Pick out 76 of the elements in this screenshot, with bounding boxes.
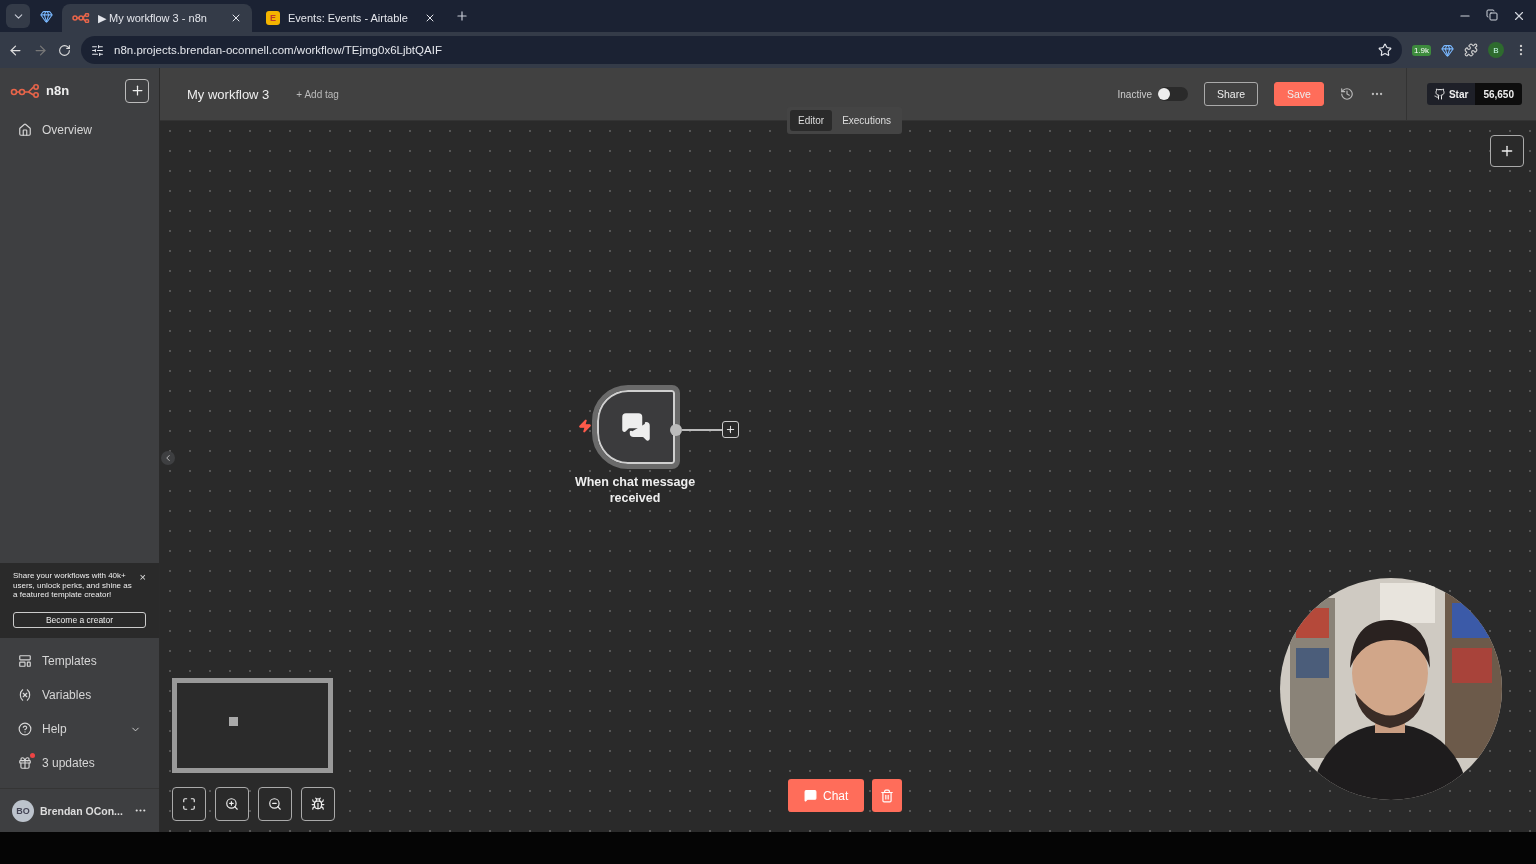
extension-badge[interactable]: 1.9k xyxy=(1411,44,1431,56)
site-settings-icon[interactable] xyxy=(91,43,104,57)
history-icon[interactable] xyxy=(1339,87,1354,101)
gem-icon[interactable] xyxy=(1441,43,1454,57)
zoom-in-icon xyxy=(225,797,239,811)
logo-icon xyxy=(72,13,90,23)
add-node-button[interactable] xyxy=(722,421,739,438)
bookmark-star-icon[interactable] xyxy=(1377,43,1392,57)
add-button[interactable] xyxy=(125,78,149,103)
promo-text: Share your workflows with 40k+ users, unlock perks, and shine as a featured template creator! xyxy=(13,571,133,600)
tab-list-button[interactable] xyxy=(6,4,30,28)
chat-bubbles-icon xyxy=(621,412,651,442)
gem-icon[interactable] xyxy=(39,9,53,23)
close-button[interactable]: × xyxy=(139,571,146,600)
github-star-button[interactable]: Star xyxy=(1426,83,1476,105)
plus-icon xyxy=(725,424,736,435)
active-toggle[interactable] xyxy=(1158,87,1188,101)
user-avatar[interactable]: BO xyxy=(12,799,34,822)
forward-icon[interactable] xyxy=(33,42,48,58)
notification-dot xyxy=(30,753,35,758)
browser-tab[interactable]: ▶ My workflow 3 - n8n xyxy=(62,4,252,32)
chevron-left-icon xyxy=(163,453,173,463)
help-icon xyxy=(18,722,32,736)
zoom-out-icon xyxy=(268,797,282,811)
delete-button[interactable] xyxy=(872,779,903,812)
variable-icon xyxy=(18,688,32,702)
minimap[interactable] xyxy=(172,678,333,773)
sidebar-item[interactable]: Overview xyxy=(0,113,159,147)
chat-icon xyxy=(804,789,817,802)
close-icon[interactable] xyxy=(424,12,436,24)
sidebar-item[interactable]: Help xyxy=(0,712,159,746)
extensions-icon[interactable] xyxy=(1464,43,1478,57)
lightning-icon xyxy=(578,419,592,433)
reload-icon[interactable] xyxy=(58,43,71,57)
plus-icon xyxy=(129,83,145,98)
bug-button[interactable] xyxy=(301,787,335,821)
collapse-sidebar-button[interactable] xyxy=(161,451,175,465)
profile-avatar[interactable]: B xyxy=(1488,42,1504,58)
sidebar-item[interactable]: 3 updates xyxy=(0,746,159,780)
favicon: E xyxy=(266,11,280,25)
zoom-out-button[interactable] xyxy=(258,787,292,821)
sidebar-item[interactable]: Templates xyxy=(0,644,159,678)
user-name: Brendan OCon... xyxy=(40,804,124,817)
fit-view-button[interactable] xyxy=(172,787,206,821)
workflow-node[interactable] xyxy=(592,385,680,469)
new-tab-icon[interactable] xyxy=(455,9,469,23)
become-creator-button[interactable]: Become a creator xyxy=(13,612,146,628)
sidebar-item[interactable]: Variables xyxy=(0,678,159,712)
address-bar[interactable]: n8n.projects.brendan-oconnell.com/workflow/TEjmg0x6LjbtQAIF xyxy=(81,36,1402,64)
view-tab[interactable]: Executions xyxy=(834,110,900,131)
home-icon xyxy=(18,123,32,137)
restore-icon[interactable] xyxy=(1486,9,1498,21)
star-count[interactable]: 56,650 xyxy=(1475,83,1522,105)
workflow-title[interactable]: My workflow 3 xyxy=(187,86,270,102)
back-icon[interactable] xyxy=(8,42,23,58)
trash-icon xyxy=(880,788,895,803)
logo-icon xyxy=(10,83,40,98)
gift-icon xyxy=(18,756,32,770)
github-icon xyxy=(1433,88,1446,100)
node-label: When chat message received xyxy=(573,474,697,507)
status-label: Inactive xyxy=(1117,88,1152,100)
add-node-button[interactable] xyxy=(1490,135,1524,167)
close-icon[interactable] xyxy=(230,12,242,24)
browser-tab[interactable]: E Events: Events - Airtable xyxy=(256,4,446,32)
plus-icon xyxy=(1499,143,1515,159)
view-tab[interactable]: Editor xyxy=(790,110,833,131)
connector-line xyxy=(682,428,722,431)
brand-name: n8n xyxy=(46,83,70,98)
add-tag-link[interactable]: + Add tag xyxy=(296,88,339,100)
share-button[interactable]: Share xyxy=(1204,82,1258,106)
templates-icon xyxy=(18,654,32,668)
bug-icon xyxy=(311,797,325,811)
fullscreen-icon xyxy=(182,797,196,811)
minimap-node xyxy=(229,717,238,726)
close-icon[interactable] xyxy=(1512,9,1526,23)
zoom-in-button[interactable] xyxy=(215,787,249,821)
